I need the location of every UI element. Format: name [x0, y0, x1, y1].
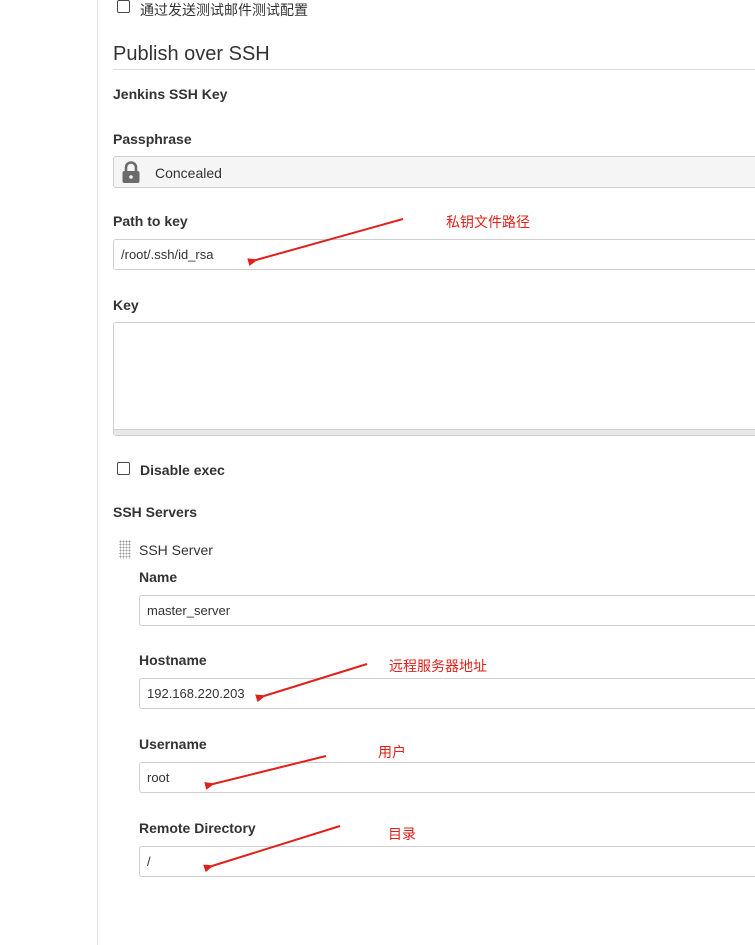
jenkins-ssh-key-label: Jenkins SSH Key [113, 86, 228, 102]
username-label: Username [139, 736, 207, 752]
disable-exec-checkbox[interactable] [117, 462, 130, 475]
disable-exec-label: Disable exec [140, 462, 225, 478]
hostname-label: Hostname [139, 652, 207, 668]
annotation-remote-directory: 目录 [388, 827, 416, 843]
passphrase-field[interactable]: Concealed [113, 156, 755, 188]
path-to-key-input[interactable]: /root/.ssh/id_rsa [113, 239, 755, 270]
username-input[interactable]: root [139, 762, 755, 793]
left-gutter [0, 0, 98, 945]
key-textarea[interactable] [113, 322, 755, 436]
ssh-server-header: SSH Server [139, 542, 213, 558]
section-title: Publish over SSH [113, 43, 270, 65]
annotation-username: 用户 [378, 745, 406, 761]
annotation-hostname: 远程服务器地址 [389, 659, 487, 675]
ssh-servers-label: SSH Servers [113, 504, 198, 520]
key-label: Key [113, 297, 139, 313]
passphrase-label: Passphrase [113, 131, 192, 147]
passphrase-value: Concealed [155, 165, 222, 181]
annotation-path-to-key: 私钥文件路径 [446, 215, 530, 231]
test-email-checkbox-label: 通过发送测试邮件测试配置 [140, 2, 308, 18]
name-input[interactable]: master_server [139, 595, 755, 626]
section-divider [113, 69, 755, 70]
remote-directory-label: Remote Directory [139, 820, 256, 836]
hostname-input[interactable]: 192.168.220.203 [139, 678, 755, 709]
lock-icon [120, 160, 142, 184]
name-label: Name [139, 569, 178, 585]
drag-handle-icon[interactable] [119, 540, 131, 559]
test-email-checkbox[interactable] [117, 0, 130, 13]
remote-directory-input[interactable]: / [139, 846, 755, 877]
path-to-key-label: Path to key [113, 213, 188, 229]
